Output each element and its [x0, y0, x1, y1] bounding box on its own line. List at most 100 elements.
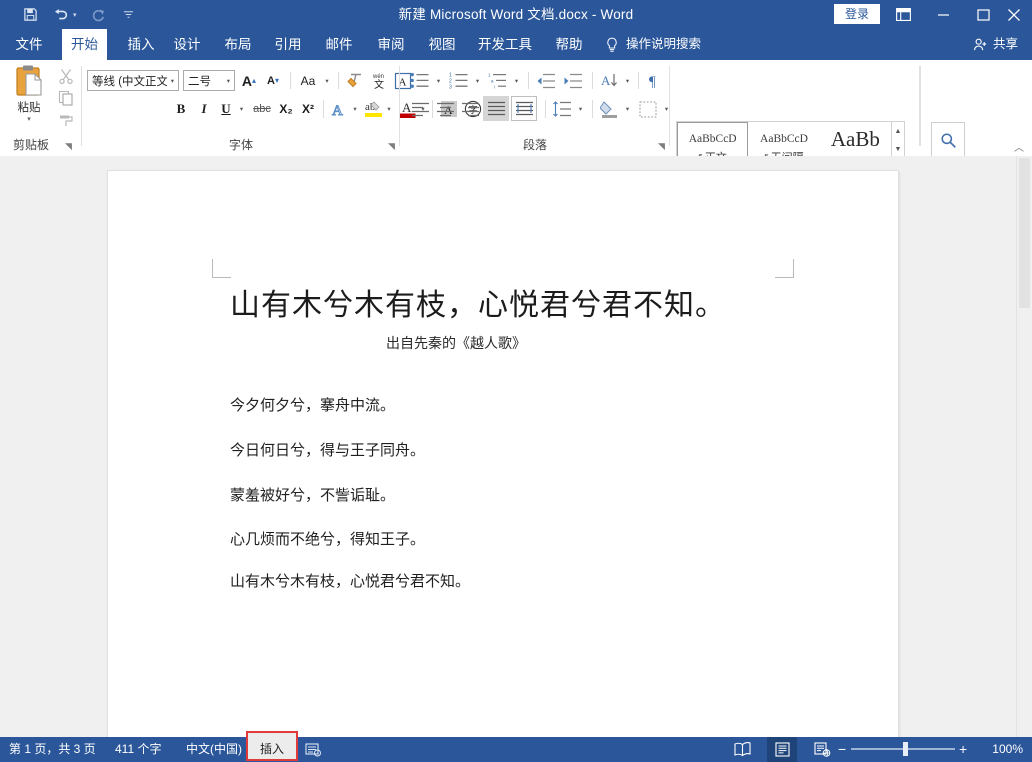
read-mode-button[interactable]	[727, 737, 757, 762]
shading-caret[interactable]: ▾	[622, 98, 633, 120]
svg-text:a: a	[491, 79, 494, 84]
change-case-button[interactable]: Aa	[296, 70, 320, 91]
tab-file[interactable]: 文件	[8, 29, 50, 60]
styles-scroll-up-icon[interactable]: ▲	[892, 122, 904, 140]
text-effects-icon[interactable]: A	[328, 98, 350, 120]
font-size-combo[interactable]: 二号 ▾	[183, 70, 235, 91]
font-size-caret[interactable]: ▾	[223, 77, 234, 85]
document-paragraph-2: 今日何日兮，得与王子同舟。	[230, 441, 426, 459]
editing-find-button[interactable]	[931, 122, 965, 158]
line-spacing-icon[interactable]	[550, 98, 574, 120]
tab-developer[interactable]: 开发工具	[473, 29, 537, 60]
status-language[interactable]: 中文(中国)	[186, 737, 242, 762]
document-canvas[interactable]: 山有木兮木有枝，心悦君兮君不知。 出自先秦的《越人歌》 今夕何夕兮，搴舟中流。 …	[0, 156, 1032, 737]
bold-button[interactable]: B	[170, 98, 192, 120]
web-layout-button[interactable]	[807, 737, 837, 762]
underline-caret[interactable]: ▾	[236, 98, 247, 120]
numbering-icon[interactable]: 123	[447, 70, 471, 91]
subscript-button[interactable]: X₂	[275, 98, 297, 120]
numbering-caret[interactable]: ▾	[472, 70, 483, 91]
multilevel-list-caret[interactable]: ▾	[511, 70, 522, 91]
sign-in-button[interactable]: 登录	[834, 4, 880, 24]
save-icon[interactable]	[22, 6, 39, 23]
proofing-status-icon[interactable]	[300, 737, 326, 762]
tab-review[interactable]: 审阅	[370, 29, 412, 60]
tab-design[interactable]: 设计	[166, 29, 208, 60]
paragraph-dialog-launcher[interactable]: ◥	[656, 141, 667, 152]
bullets-caret[interactable]: ▾	[433, 70, 444, 91]
tell-me-search[interactable]: 操作说明搜索	[605, 29, 701, 60]
change-case-caret[interactable]: ▾	[322, 70, 332, 91]
document-paragraph-3: 蒙羞被好兮，不訾诟耻。	[230, 486, 396, 504]
print-layout-button[interactable]	[767, 737, 797, 762]
phonetic-guide-icon[interactable]: wén 文	[368, 70, 390, 91]
borders-icon[interactable]	[636, 98, 660, 120]
superscript-button[interactable]: X²	[297, 98, 319, 120]
font-name-combo[interactable]: 等线 (中文正文) ▾	[87, 70, 179, 91]
close-button[interactable]	[988, 0, 1032, 29]
word-application-window: ▾ 新建 Microsoft Word 文档.docx - Word 登录 文件…	[0, 0, 1032, 762]
strikethrough-button[interactable]: abc	[250, 98, 274, 120]
align-left-icon[interactable]	[408, 98, 432, 120]
group-label-clipboard: 剪贴板	[12, 138, 49, 152]
format-painter-icon[interactable]	[56, 110, 75, 129]
tab-mailings[interactable]: 邮件	[318, 29, 360, 60]
sort-icon[interactable]: A	[598, 70, 622, 91]
cut-icon[interactable]	[56, 66, 75, 85]
tab-help[interactable]: 帮助	[548, 29, 590, 60]
document-page[interactable]: 山有木兮木有枝，心悦君兮君不知。 出自先秦的《越人歌》 今夕何夕兮，搴舟中流。 …	[108, 171, 898, 737]
align-right-icon[interactable]	[458, 98, 482, 120]
font-name-caret[interactable]: ▾	[167, 77, 178, 85]
zoom-out-button[interactable]: −	[838, 737, 846, 762]
zoom-slider-knob[interactable]	[903, 742, 908, 756]
multilevel-list-icon[interactable]: 1ai	[486, 70, 510, 91]
text-effects-caret[interactable]: ▾	[350, 98, 360, 120]
undo-icon[interactable]	[52, 6, 69, 23]
tab-view[interactable]: 视图	[421, 29, 463, 60]
tab-layout[interactable]: 布局	[217, 29, 259, 60]
tab-insert[interactable]: 插入	[120, 29, 162, 60]
style-preview-no-spacing: AaBbCcD	[760, 133, 808, 145]
zoom-in-button[interactable]: +	[959, 737, 967, 762]
status-page-info[interactable]: 第 1 页，共 3 页	[9, 737, 96, 762]
line-spacing-caret[interactable]: ▾	[575, 98, 586, 120]
italic-button[interactable]: I	[193, 98, 215, 120]
paste-button[interactable]: 粘贴 ▾	[6, 64, 52, 134]
bullets-icon[interactable]	[408, 70, 432, 91]
vertical-scrollbar[interactable]	[1016, 156, 1032, 737]
increase-indent-icon[interactable]	[561, 70, 585, 91]
scrollbar-thumb[interactable]	[1019, 158, 1030, 308]
distribute-icon[interactable]	[511, 96, 537, 121]
status-word-count[interactable]: 411 个字	[115, 737, 161, 762]
text-highlight-icon[interactable]: ab	[362, 96, 384, 120]
justify-icon[interactable]	[483, 96, 509, 121]
clipboard-dialog-launcher[interactable]: ◥	[63, 141, 74, 152]
redo-icon[interactable]	[90, 6, 107, 23]
align-center-icon[interactable]	[433, 98, 457, 120]
text-highlight-caret[interactable]: ▾	[384, 98, 394, 120]
collapse-ribbon-button[interactable]: ︿	[1014, 139, 1024, 154]
customize-qat-icon[interactable]	[120, 6, 137, 23]
underline-button[interactable]: U	[216, 98, 236, 120]
undo-dropdown-caret[interactable]: ▾	[73, 11, 77, 19]
tab-references[interactable]: 引用	[267, 29, 309, 60]
grow-font-button[interactable]: A ▴	[238, 70, 260, 91]
share-button[interactable]: 共享	[973, 29, 1018, 60]
show-formatting-marks-icon[interactable]: ¶	[643, 70, 667, 91]
clear-formatting-icon[interactable]	[344, 70, 366, 91]
document-paragraph-4: 心几烦而不绝兮，得知王子。	[230, 530, 426, 548]
ribbon-tab-strip: 文件 开始 插入 设计 布局 引用 邮件 审阅 视图 开发工具 帮助 操作说明搜…	[0, 29, 1032, 60]
shrink-font-button[interactable]: A ▾	[262, 70, 284, 91]
font-dialog-launcher[interactable]: ◥	[386, 141, 397, 152]
margin-marker-top-right	[775, 259, 794, 278]
tab-home[interactable]: 开始	[62, 29, 107, 60]
status-insert-mode[interactable]: 插入	[246, 737, 298, 762]
zoom-level-label[interactable]: 100%	[992, 737, 1023, 762]
zoom-slider-track[interactable]	[851, 742, 955, 756]
paste-dropdown-caret[interactable]: ▾	[27, 115, 31, 123]
copy-icon[interactable]	[56, 88, 75, 107]
shading-icon[interactable]	[597, 98, 621, 120]
decrease-indent-icon[interactable]	[534, 70, 558, 91]
quick-access-toolbar: ▾	[22, 0, 137, 29]
sort-caret[interactable]: ▾	[622, 70, 633, 91]
